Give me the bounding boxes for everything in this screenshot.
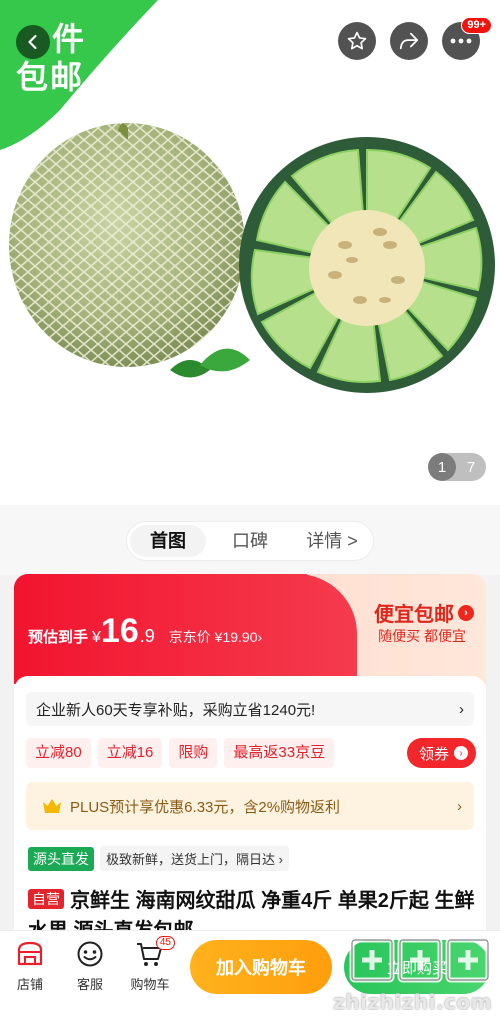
section-tabs: 首图 口碑 详情 > [126,521,374,561]
coupon-tag[interactable]: 限购 [169,738,218,768]
chevron-right-icon: › [458,604,474,621]
estimated-price-label: 预估到手 [28,629,89,646]
coupon-tags: 立减80 立减16 限购 最高返33京豆 领券 › [26,738,476,768]
customer-service-button[interactable]: 客服 [65,939,115,993]
get-coupon-label: 领券 [418,745,449,763]
share-button[interactable] [390,22,428,60]
coupon-tag[interactable]: 立减16 [97,738,163,768]
chevron-left-icon [28,34,37,50]
self-operated-badge: 自营 [28,889,64,909]
image-counter-total: 7 [466,458,476,476]
get-coupon-button[interactable]: 领券 › [406,738,476,768]
direct-source-text: 极致新鲜，送货上门，隔日达 › [100,846,289,871]
tab-details[interactable]: 详情 > [294,525,370,557]
tab-main-image[interactable]: 首图 [130,525,206,557]
direct-source-badge: 源头直发 [28,846,94,871]
cart-count-badge: 45 [155,936,175,950]
more-dots-icon [450,38,472,44]
chevron-right-icon: › [454,746,468,760]
system-navigation-bar [0,1010,500,1021]
jd-price-link[interactable]: 京东价 ¥19.90› [169,627,262,647]
more-button[interactable]: 99+ [442,17,492,60]
add-to-cart-button[interactable]: 加入购物车 [190,940,332,994]
image-counter: 1 7 [428,453,486,481]
message-count-badge: 99+ [461,17,492,34]
image-counter-current: 1 [428,453,456,481]
tab-reviews[interactable]: 口碑 [212,525,288,557]
chevron-right-icon: › [459,700,464,718]
promo-line-2: 包邮 [16,59,85,95]
back-button[interactable] [16,25,50,59]
star-icon [347,31,367,50]
coupon-tag[interactable]: 最高返33京豆 [224,738,335,768]
estimated-price: 预估到手 ¥ 16 .9 京东价 ¥19.90› [28,612,262,651]
currency-symbol: ¥ [92,629,101,646]
product-info-card: 企业新人60天专享补贴，采购立省1240元! › 立减80 立减16 限购 最高… [14,676,486,956]
service-label: 客服 [76,977,103,992]
cart-button[interactable]: 45 购物车 [125,936,175,993]
service-icon [77,941,103,967]
cheap-shipping-title: 便宜包邮 [374,604,454,626]
product-image-gallery[interactable]: 件 包邮 99+ 1 7 [0,0,500,505]
price-decimal: .9 [139,626,155,646]
chevron-right-icon: › [457,797,462,815]
crown-icon [43,799,61,813]
cheap-shipping-link[interactable]: 便宜包邮 › [374,598,474,627]
plus-membership-banner[interactable]: PLUS预计享优惠6.33元，含2%购物返利 › [26,782,474,830]
cheap-shipping-subtitle: 随便买 都便宜 [378,628,466,644]
melon-product-image [9,123,495,393]
tabs-row: 首图 口碑 详情 > [0,505,500,575]
store-label: 店铺 [16,977,43,992]
cart-label: 购物车 [130,977,170,992]
coupon-tag[interactable]: 立减80 [26,738,91,768]
subsidy-banner[interactable]: 企业新人60天专享补贴，采购立省1240元! › [26,692,474,726]
price-integer: 16 [100,612,139,650]
store-icon [17,941,43,966]
plus-text: PLUS预计享优惠6.33元，含2%购物返利 [70,798,341,816]
price-banner: 预估到手 ¥ 16 .9 京东价 ¥19.90› 便宜包邮 › 随便买 都便宜 [14,574,486,684]
store-button[interactable]: 店铺 [5,939,55,993]
favorite-button[interactable] [338,22,376,60]
subsidy-text: 企业新人60天专享补贴，采购立省1240元! [36,701,316,719]
share-arrow-icon [399,32,419,50]
direct-source-row[interactable]: 源头直发 极致新鲜，送货上门，隔日达 › [28,846,289,871]
